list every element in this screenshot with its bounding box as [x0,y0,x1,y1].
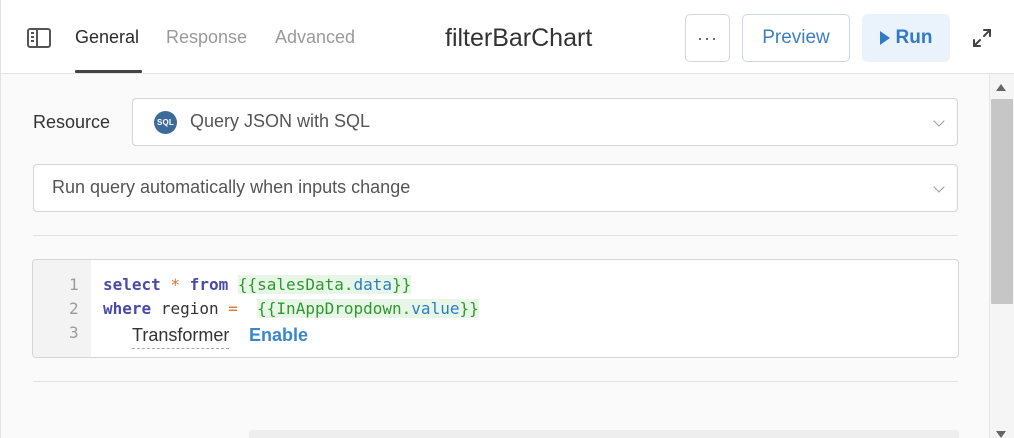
scrollbar-thumb[interactable] [991,99,1013,304]
code-line[interactable]: where region = {{InAppDropdown.value}} [103,299,479,318]
resource-label: Resource [33,112,111,132]
active-tab-indicator [75,70,142,73]
line-number: 1 [69,275,79,294]
query-header: General Response Advanced filterBarChart… [1,0,1014,74]
run-button[interactable]: Run [862,14,950,62]
line-number: 3 [69,323,79,342]
sql-keyword: from [189,275,229,294]
chevron-down-icon [933,181,945,193]
query-editor-panel: General Response Advanced filterBarChart… [0,0,1014,438]
resource-select-value: Query JSON with SQL [190,111,371,131]
tab-advanced[interactable]: Advanced [275,27,355,48]
preview-button-label: Preview [762,27,830,48]
template-expression: {{InAppDropdown.value}} [257,299,479,318]
resource-select[interactable]: SQL Query JSON with SQL [132,98,958,146]
enable-transformer-link[interactable]: Enable [249,325,308,346]
line-number: 2 [69,299,79,318]
play-icon [879,31,890,45]
transformer-label: Transformer [132,325,230,349]
section-divider [33,381,958,382]
sql-resource-icon: SQL [154,111,177,134]
transformer-editor [249,430,959,438]
vertical-scrollbar[interactable] [989,74,1014,438]
tab-general[interactable]: General [75,27,139,48]
more-options-button[interactable]: ··· [685,14,730,62]
chevron-down-icon [933,115,945,127]
sql-operator: * [170,275,181,294]
run-trigger-value: Run query automatically when inputs chan… [52,177,411,197]
run-button-label: Run [895,27,933,48]
code-line[interactable]: select * from {{salesData.data}} [103,275,412,294]
more-icon: ··· [697,27,718,48]
sql-identifier: region [160,299,219,318]
scroll-up-icon[interactable] [996,84,1006,91]
panel-toggle-icon[interactable] [27,28,51,48]
expand-icon[interactable] [972,28,992,48]
sql-keyword: select [103,275,161,294]
query-name[interactable]: filterBarChart [445,24,592,53]
preview-button[interactable]: Preview [742,14,850,62]
query-body: Resource SQL Query JSON with SQL Run que… [1,74,989,438]
tab-response[interactable]: Response [166,27,247,48]
section-divider [33,235,958,236]
sql-operator: = [228,299,238,318]
sql-keyword: where [103,299,152,318]
run-trigger-select[interactable]: Run query automatically when inputs chan… [33,164,958,212]
template-expression: {{salesData.data}} [237,275,412,294]
scroll-down-icon[interactable] [996,431,1006,438]
line-number-gutter [33,260,91,357]
